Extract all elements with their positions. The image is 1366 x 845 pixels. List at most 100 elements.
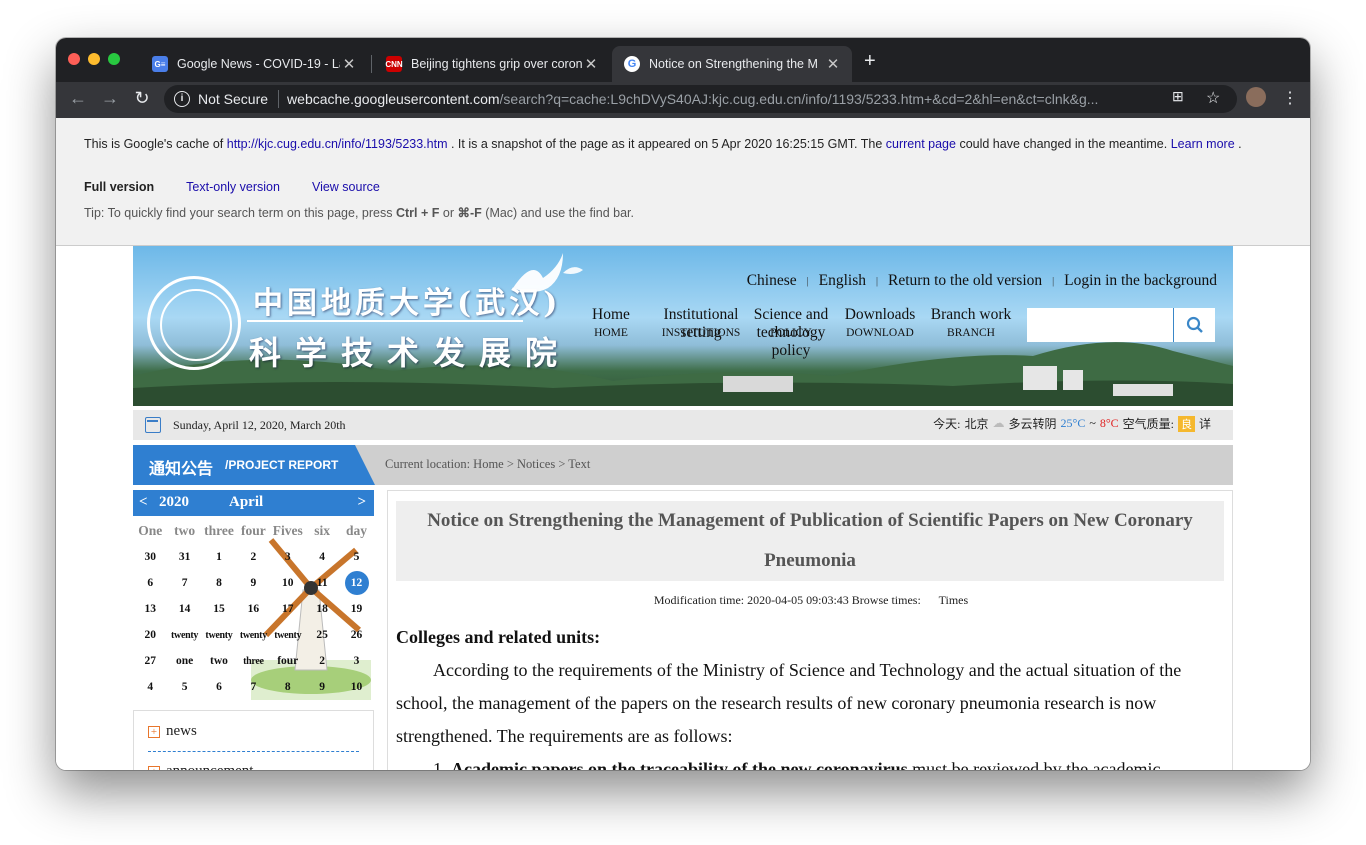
tab-google-news[interactable]: G≡ Google News - COVID-19 - Lat ✕ <box>140 46 368 82</box>
calendar-day[interactable]: twenty <box>202 630 236 641</box>
calendar-day[interactable]: 4 <box>305 551 339 563</box>
calendar-day[interactable]: 3 <box>339 655 373 667</box>
article-paragraph: According to the requirements of the Min… <box>396 660 1182 746</box>
calendar-day[interactable]: 9 <box>236 577 270 589</box>
side-item-news[interactable]: + news <box>148 723 197 740</box>
reload-icon[interactable]: ↻ <box>130 88 154 109</box>
calendar-day[interactable]: one <box>167 655 201 667</box>
security-label[interactable]: Not Secure <box>198 91 268 107</box>
nav-home-sub: HOME <box>594 327 628 339</box>
weekday-header: four <box>240 523 266 538</box>
calendar-day[interactable]: 7 <box>236 681 270 693</box>
calendar-day[interactable]: 11 <box>305 577 339 589</box>
calendar-month[interactable]: April <box>229 494 263 511</box>
calendar-day[interactable]: 13 <box>133 603 167 615</box>
forward-arrow-icon[interactable]: → <box>98 88 122 109</box>
calendar-day[interactable]: 20 <box>133 629 167 641</box>
calendar-next-button[interactable]: > <box>357 494 366 511</box>
calendar-day[interactable]: 18 <box>305 603 339 615</box>
back-arrow-icon[interactable]: ← <box>66 88 90 109</box>
calendar-day[interactable]: 14 <box>167 603 201 615</box>
calendar-day[interactable]: twenty <box>271 630 305 641</box>
cache-version-links: Full version Text-only version View sour… <box>84 180 380 194</box>
menu-kebab-icon[interactable]: ⋮ <box>1282 88 1298 108</box>
calendar-day[interactable]: 6 <box>202 681 236 693</box>
calendar-year[interactable]: 2020 <box>159 494 189 511</box>
calendar-day[interactable]: four <box>271 655 305 667</box>
weather-detail-link[interactable]: 详 <box>1199 415 1211 432</box>
calendar-day[interactable]: 2 <box>305 655 339 667</box>
learn-more-link[interactable]: Learn more <box>1171 137 1235 151</box>
side-item-announcement[interactable]: + announcement <box>148 763 253 770</box>
calendar-day[interactable]: 9 <box>305 681 339 693</box>
link-english[interactable]: English <box>819 272 866 290</box>
calendar-day[interactable]: 7 <box>167 577 201 589</box>
weather-cloud-icon: ☁ <box>992 416 1005 430</box>
nav-branch[interactable]: Branch work BRANCH <box>927 306 1015 340</box>
calendar-day[interactable]: 16 <box>236 603 270 615</box>
link-old-version[interactable]: Return to the old version <box>888 272 1042 290</box>
close-tab-icon[interactable]: ✕ <box>824 55 842 73</box>
close-tab-icon[interactable]: ✕ <box>340 55 358 73</box>
calendar-day[interactable]: 15 <box>202 603 236 615</box>
calendar-day[interactable]: twenty <box>236 630 270 641</box>
site-search-input[interactable] <box>1027 308 1173 342</box>
profile-avatar[interactable] <box>1246 87 1266 107</box>
calendar-day[interactable]: 26 <box>339 629 373 641</box>
current-page-link[interactable]: current page <box>886 137 956 151</box>
info-icon[interactable]: i <box>174 91 190 107</box>
calendar-day[interactable]: 2 <box>236 551 270 563</box>
link-login[interactable]: Login in the background <box>1064 272 1217 290</box>
calendar-day[interactable]: three <box>236 656 270 667</box>
tip-shortcut-mac: ⌘-F <box>457 206 482 220</box>
cached-url-link[interactable]: http://kjc.cug.edu.cn/info/1193/5233.htm <box>227 137 448 151</box>
text-only-version-link[interactable]: Text-only version <box>186 180 280 194</box>
title-rule <box>247 320 523 322</box>
current-date: Sunday, April 12, 2020, March 20th <box>173 418 346 432</box>
tab-cnn[interactable]: CNN Beijing tightens grip over coron ✕ <box>374 46 610 82</box>
calendar-day[interactable]: 4 <box>133 681 167 693</box>
link-chinese[interactable]: Chinese <box>747 272 797 290</box>
minimize-window-button[interactable] <box>88 53 100 65</box>
calendar-day[interactable]: 12 <box>339 571 373 595</box>
calendar-prev-button[interactable]: < <box>139 494 148 511</box>
site-search-button[interactable] <box>1173 308 1215 342</box>
maximize-window-button[interactable] <box>108 53 120 65</box>
calendar-day[interactable]: 19 <box>339 603 373 615</box>
tab-notice-active[interactable]: G Notice on Strengthening the M ✕ <box>612 46 852 82</box>
calendar-day-number: 5 <box>353 551 360 563</box>
close-window-button[interactable] <box>68 53 80 65</box>
new-tab-icon[interactable]: + <box>864 50 876 73</box>
calendar-day[interactable]: 8 <box>202 577 236 589</box>
calendar-day[interactable]: twenty <box>167 630 201 641</box>
view-source-link[interactable]: View source <box>312 180 380 194</box>
calendar-day[interactable]: 6 <box>133 577 167 589</box>
calendar-day[interactable]: two <box>202 655 236 667</box>
nav-institutions[interactable]: Institutional setting INSTITUTIONS <box>655 306 747 341</box>
nav-home[interactable]: Home HOME <box>587 306 635 340</box>
nav-downloads-sub: DOWNLOAD <box>846 327 914 339</box>
address-bar[interactable]: i Not Secure webcache.googleusercontent.… <box>164 85 1237 113</box>
calendar-week-row: 13 14 15 16 17 18 19 <box>133 596 374 622</box>
tip-or: or <box>442 206 454 220</box>
calendar-day[interactable]: 1 <box>202 551 236 563</box>
calendar-day[interactable]: 3 <box>271 551 305 563</box>
nav-downloads[interactable]: Downloads DOWNLOAD <box>841 306 919 340</box>
calendar-day-number: 19 <box>350 603 363 615</box>
translate-icon[interactable]: ⊞ <box>1172 88 1184 105</box>
calendar-day[interactable]: 25 <box>305 629 339 641</box>
calendar-day[interactable]: 5 <box>339 551 373 563</box>
calendar-day[interactable]: 31 <box>167 551 201 563</box>
calendar-day[interactable]: 27 <box>133 655 167 667</box>
close-tab-icon[interactable]: ✕ <box>582 55 600 73</box>
calendar-header: < 2020 April > <box>133 490 374 516</box>
nav-policy[interactable]: Science and technology POLICY policy <box>747 306 835 360</box>
calendar-day-number: 1 <box>216 551 222 563</box>
calendar-day[interactable]: 30 <box>133 551 167 563</box>
calendar-day[interactable]: 8 <box>271 681 305 693</box>
calendar-day[interactable]: 5 <box>167 681 201 693</box>
calendar-day[interactable]: 10 <box>271 577 305 589</box>
calendar-day[interactable]: 17 <box>271 603 305 615</box>
calendar-day[interactable]: 10 <box>339 681 373 693</box>
bookmark-star-icon[interactable]: ☆ <box>1206 88 1220 108</box>
